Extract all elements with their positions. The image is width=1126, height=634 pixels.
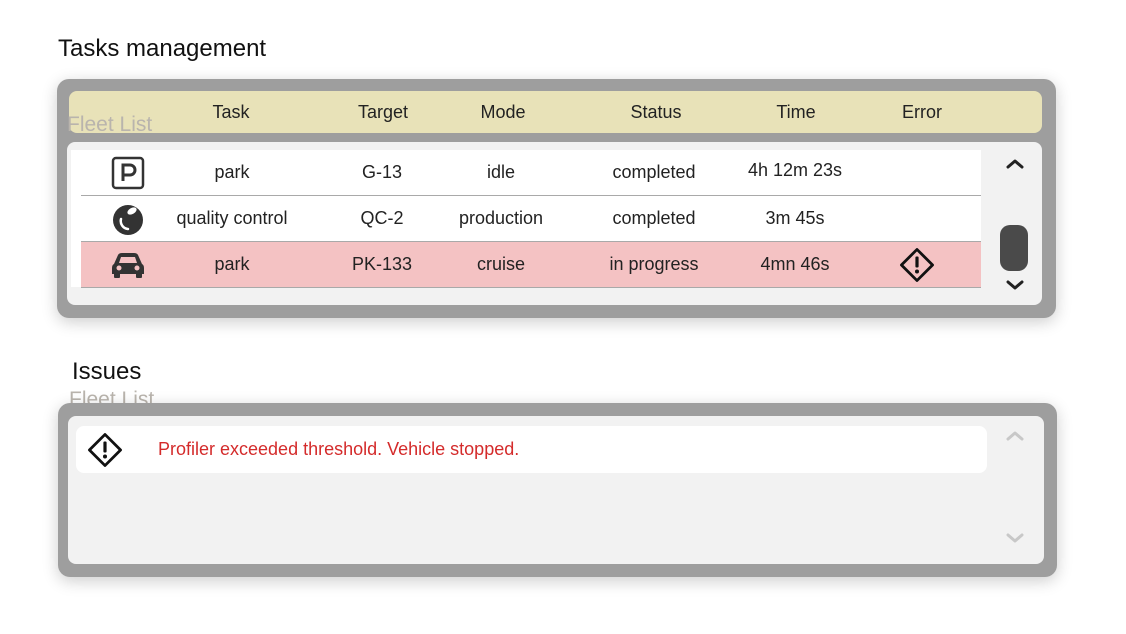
table-body: park G-13 idle completed 4h 12m 23s qual…: [67, 142, 1042, 305]
task-target: PK-133: [351, 254, 413, 274]
parking-icon: [103, 150, 153, 195]
table-row[interactable]: park G-13 idle completed 4h 12m 23s: [81, 150, 981, 196]
issue-message: Profiler exceeded threshold. Vehicle sto…: [158, 439, 520, 459]
column-header-error[interactable]: Error: [872, 91, 972, 133]
warning-icon: [86, 431, 124, 469]
scroll-up-button[interactable]: [1000, 426, 1030, 446]
warning-icon[interactable]: [895, 242, 939, 287]
tasks-panel: Task Target Mode Status Time Error Fleet…: [57, 79, 1056, 318]
task-name: park: [214, 254, 250, 274]
task-time: 4mn 46s: [760, 254, 830, 274]
issue-item[interactable]: Profiler exceeded threshold. Vehicle sto…: [76, 426, 987, 473]
column-header-target[interactable]: Target: [333, 91, 433, 133]
task-status: in progress: [609, 254, 699, 274]
issues-title: Issues: [72, 358, 142, 385]
table-row[interactable]: park PK-133 cruise in progress 4mn 46s: [81, 242, 981, 288]
task-mode: cruise: [476, 254, 525, 274]
task-time: 3m 45s: [765, 208, 825, 228]
task-target: QC-2: [360, 208, 404, 228]
task-status: completed: [612, 162, 696, 182]
scroll-thumb[interactable]: [1000, 225, 1028, 271]
task-status: completed: [612, 208, 696, 228]
tasks-title: Tasks management: [58, 35, 267, 62]
task-name: park: [214, 162, 250, 182]
scroll-up-button[interactable]: [1000, 154, 1030, 174]
task-mode: idle: [486, 162, 516, 182]
car-icon: [103, 242, 153, 287]
issues-list: Profiler exceeded threshold. Vehicle sto…: [68, 416, 1044, 564]
column-header-task[interactable]: Task: [181, 91, 281, 133]
column-header-status[interactable]: Status: [606, 91, 706, 133]
scroll-down-button[interactable]: [1000, 528, 1030, 548]
issues-panel: Profiler exceeded threshold. Vehicle sto…: [58, 403, 1057, 577]
column-header-mode[interactable]: Mode: [453, 91, 553, 133]
task-rows: park G-13 idle completed 4h 12m 23s qual…: [71, 150, 981, 288]
fleet-list-label: Fleet List: [67, 113, 153, 136]
apple-icon: [103, 196, 153, 241]
task-mode: production: [458, 208, 544, 228]
column-header-time[interactable]: Time: [746, 91, 846, 133]
task-name: quality control: [176, 208, 288, 228]
scroll-down-button[interactable]: [1000, 275, 1030, 295]
table-row[interactable]: quality control QC-2 production complete…: [81, 196, 981, 242]
table-header: Task Target Mode Status Time Error: [69, 91, 1042, 133]
task-time: 4h 12m 23s: [747, 160, 843, 180]
task-target: G-13: [361, 162, 403, 182]
